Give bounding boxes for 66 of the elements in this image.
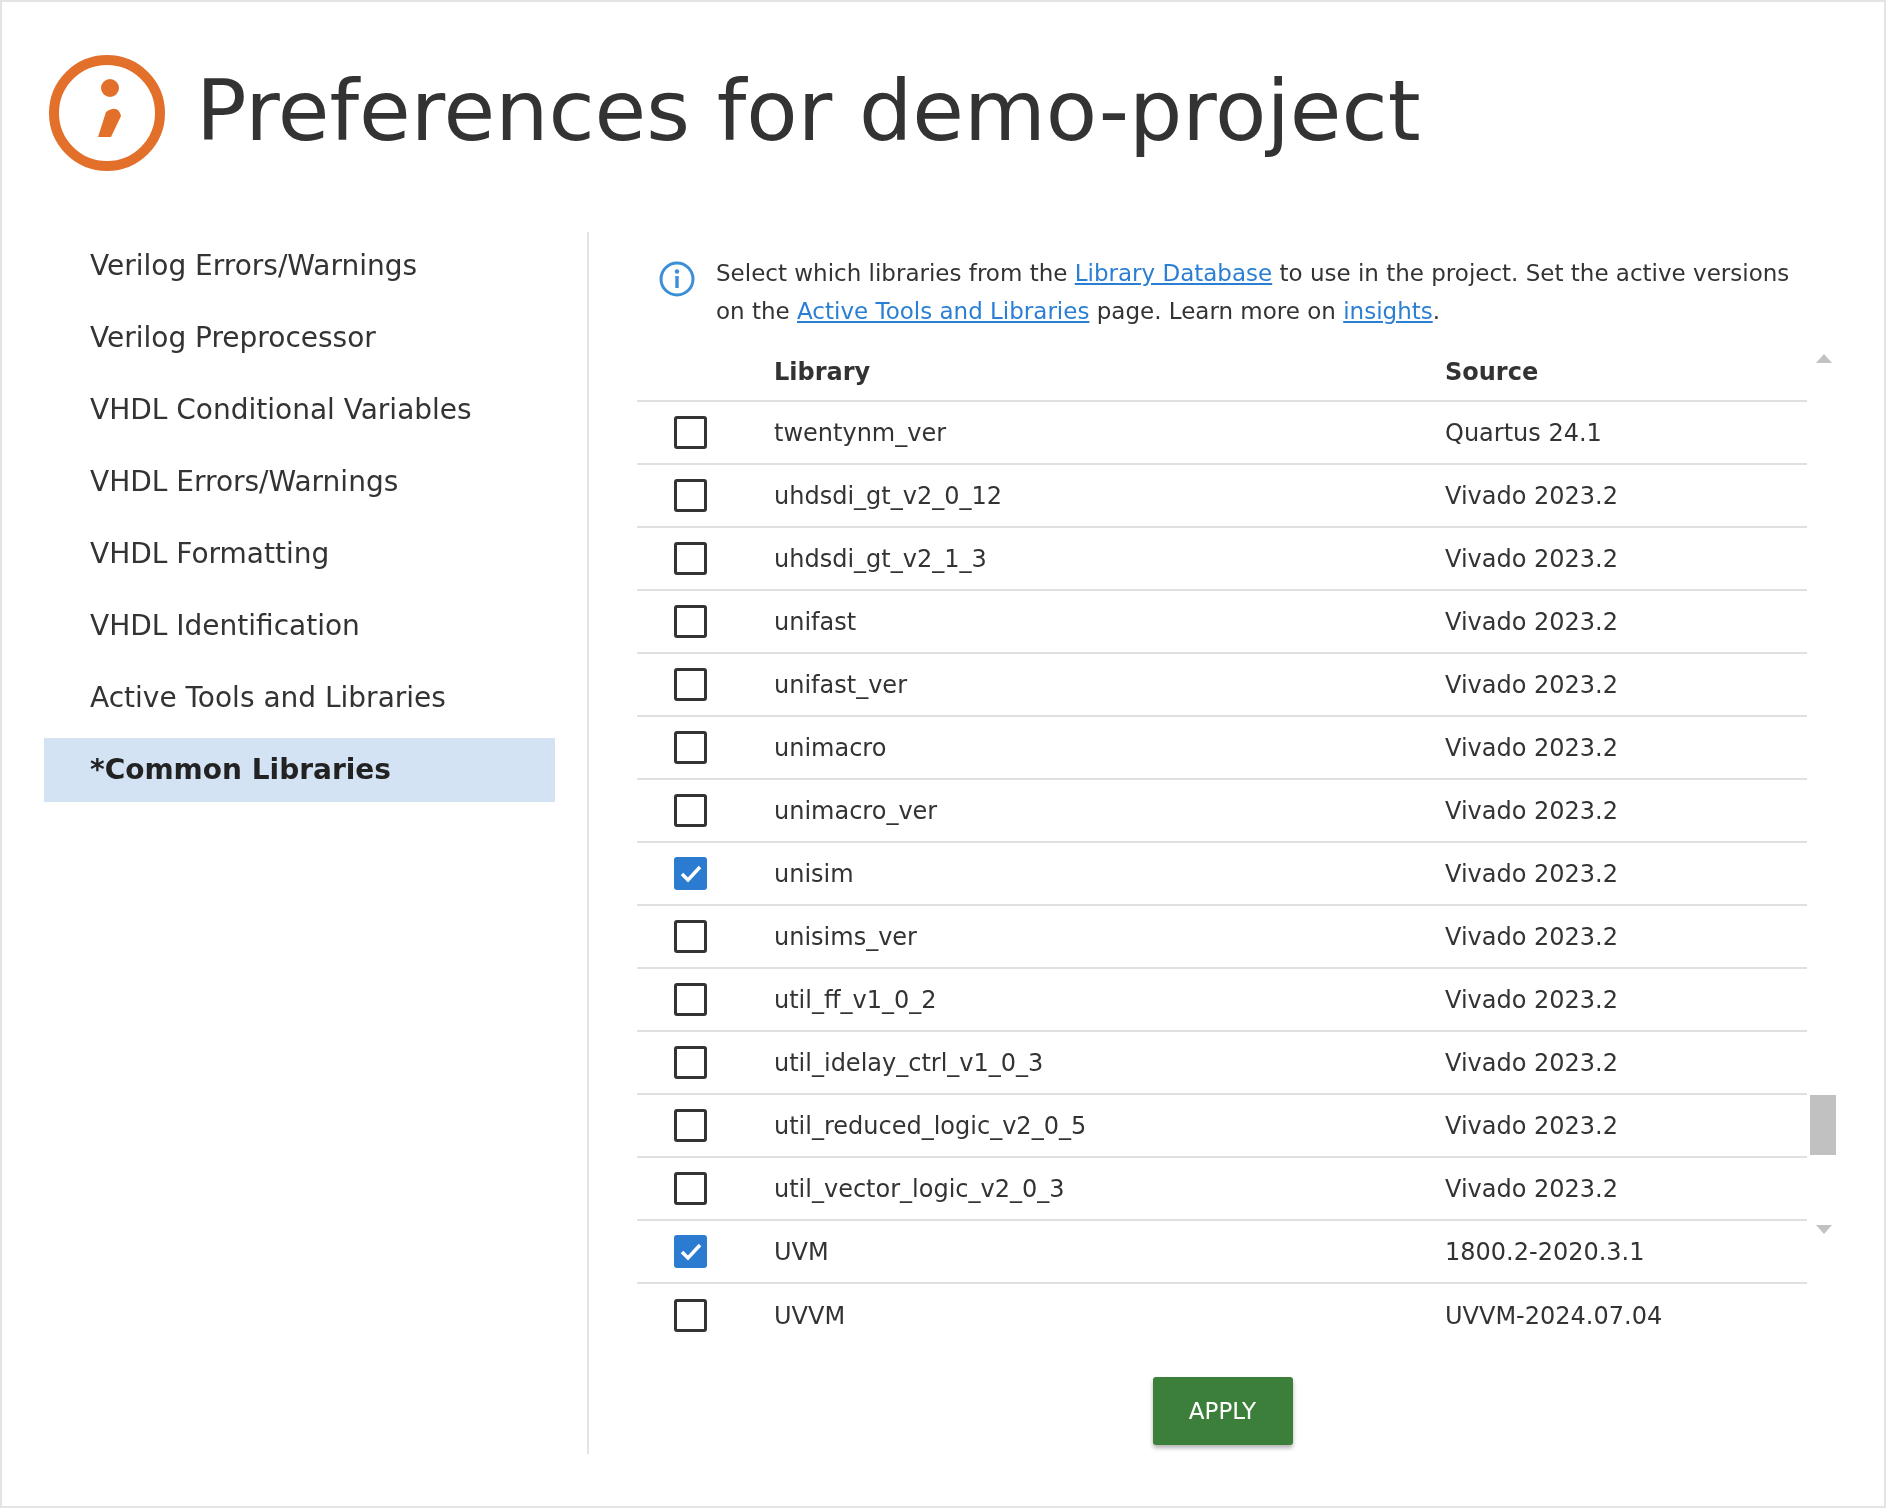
sidebar-item[interactable]: VHDL Formatting [44,522,555,586]
apply-button[interactable]: APPLY [1152,1377,1293,1445]
link[interactable]: Library Database [1074,260,1273,286]
table-cell-text: util_vector_logic_v2_0_3 [774,1173,1066,1205]
table-cell-text: unisims_ver [774,921,918,953]
sidebar-item[interactable]: Verilog Errors/Warnings [44,234,555,298]
table-cell-text: uhdsdi_gt_v2_0_12 [774,480,1003,512]
checkbox[interactable] [674,794,707,827]
checkbox[interactable] [674,1109,707,1142]
checkbox[interactable] [674,983,707,1016]
info-icon [658,260,696,298]
checkbox[interactable] [674,1299,707,1332]
checkbox[interactable] [674,1046,707,1079]
checkbox[interactable] [674,416,707,449]
table-cell-text: UVVM [774,1300,847,1332]
table-cell-text: twentynm_ver [774,417,948,449]
logo-icon [48,54,166,172]
table-cell-text: 1800.2-2020.3.1 [1445,1236,1645,1268]
table-cell-text: Vivado 2023.2 [1445,921,1618,953]
sidebar-item[interactable]: Active Tools and Libraries [44,666,555,730]
checkbox[interactable] [674,1172,707,1205]
sidebar-item[interactable]: *Common Libraries [44,738,555,802]
check-icon [678,1241,703,1262]
column-header: Source [1445,357,1539,388]
sidebar-item[interactable]: VHDL Identification [44,594,555,658]
table-cell-text: Vivado 2023.2 [1445,984,1618,1016]
table-cell-text: Vivado 2023.2 [1445,606,1618,638]
table-cell-text: unimacro_ver [774,795,939,827]
table-cell-text: unifast_ver [774,669,908,701]
link[interactable]: insights [1343,298,1433,324]
table-cell-text: Vivado 2023.2 [1445,543,1618,575]
table-cell-text: unisim [774,858,855,890]
sidebar-item[interactable]: Verilog Preprocessor [44,306,555,370]
table-cell-text: Vivado 2023.2 [1445,1110,1618,1142]
page-title: Preferences for demo-project [196,61,1421,162]
table-cell-text: Quartus 24.1 [1445,417,1602,449]
sidebar-item[interactable]: VHDL Conditional Variables [44,378,555,442]
checkbox[interactable] [674,479,707,512]
table-cell-text: unimacro [774,732,888,764]
table-cell-text: Vivado 2023.2 [1445,480,1618,512]
sidebar-item[interactable]: VHDL Errors/Warnings [44,450,555,514]
checkbox[interactable] [674,731,707,764]
checkbox[interactable] [674,857,707,890]
info-text: Select which libraries from the Library Database to use in the project. Set the active versions on the Active Tools and Libraries page. Learn more on insights. [716,259,1791,326]
table-cell-text: Vivado 2023.2 [1445,1047,1618,1079]
checkbox[interactable] [674,1235,707,1268]
table-cell-text: util_reduced_logic_v2_0_5 [774,1110,1088,1142]
table-cell-text: uhdsdi_gt_v2_1_3 [774,543,988,575]
table-cell-text: util_idelay_ctrl_v1_0_3 [774,1047,1045,1079]
table-cell-text: Vivado 2023.2 [1445,669,1618,701]
checkbox[interactable] [674,920,707,953]
table-cell-text: util_ff_v1_0_2 [774,984,938,1016]
table-cell-text: Vivado 2023.2 [1445,858,1618,890]
table-cell-text: Vivado 2023.2 [1445,795,1618,827]
table-cell-text: unifast [774,606,858,638]
checkbox[interactable] [674,605,707,638]
checkbox[interactable] [674,668,707,701]
link[interactable]: Active Tools and Libraries [797,298,1090,324]
table-cell-text: UVM [774,1236,830,1268]
table-cell-text: Vivado 2023.2 [1445,1173,1618,1205]
scrollbar-thumb[interactable] [1810,1095,1836,1155]
checkbox[interactable] [674,542,707,575]
check-icon [678,863,703,884]
column-header: Library [774,357,872,388]
table-cell-text: Vivado 2023.2 [1445,732,1618,764]
table-cell-text: UVVM-2024.07.04 [1445,1300,1663,1332]
